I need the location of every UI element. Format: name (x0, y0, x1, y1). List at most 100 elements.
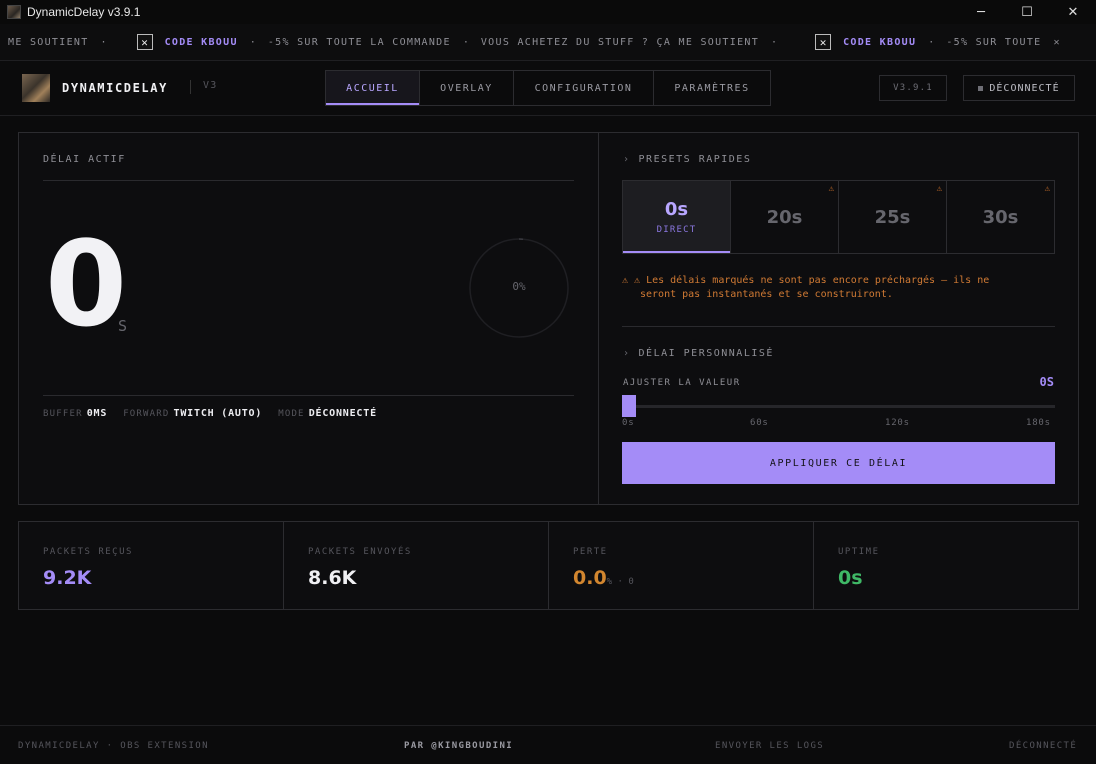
ticker-sep: · (249, 36, 256, 48)
preset-sublabel: DIRECT (656, 225, 697, 235)
preload-warning: ⚠ ⚠ Les délais marqués ne sont pas encor… (622, 274, 1052, 302)
status-dot-icon (978, 85, 984, 91)
footer-status: DÉCONNECTÉ (1009, 741, 1078, 751)
app-icon (7, 5, 21, 19)
delay-slider-track[interactable] (622, 405, 1055, 408)
stat-value: 8.6K (308, 567, 357, 589)
buffer-label: BUFFER (43, 409, 83, 419)
active-delay-unit: S (118, 317, 128, 335)
tab-overlay[interactable]: OVERLAY (420, 71, 514, 105)
stat-sub: % · 0 (606, 577, 634, 587)
divider (622, 326, 1055, 327)
main-panel: DÉLAI ACTIF 0 S 0% BUFFER 0MS FORWARD TW… (18, 132, 1079, 505)
preset-25s[interactable]: ⚠ 25s (839, 181, 947, 253)
tab-parametres[interactable]: PARAMÈTRES (654, 71, 770, 105)
slider-tick: 120s (885, 418, 910, 428)
chevron-right-icon: › (623, 154, 631, 165)
buffer-value: 0MS (86, 408, 108, 419)
ticker-support: VOUS ACHETEZ DU STUFF ? ÇA ME SOUTIENT (480, 36, 760, 48)
mode-value: DÉCONNECTÉ (308, 408, 377, 419)
connection-status-button[interactable]: DÉCONNECTÉ (963, 75, 1075, 101)
warning-icon: ⚠ (936, 184, 942, 194)
stat-label: PERTE (573, 547, 608, 557)
stat-value: 0.0% · 0 (573, 567, 634, 589)
stat-loss: PERTE 0.0% · 0 (549, 522, 814, 609)
preset-20s[interactable]: ⚠ 20s (731, 181, 839, 253)
stat-uptime: UPTIME 0s (814, 522, 1078, 609)
presets-header: › PRESETS RAPIDES (623, 154, 751, 165)
ticker-promo: -5% SUR TOUTE LA COMMANDE (267, 36, 451, 48)
stat-value: 9.2K (43, 567, 92, 589)
close-button[interactable]: ✕ (1050, 0, 1096, 24)
forward-label: FORWARD (123, 409, 170, 419)
main-nav: ACCUEIL OVERLAY CONFIGURATION PARAMÈTRES (325, 70, 771, 106)
ticker-code: CODE KBOUU (843, 36, 917, 48)
tab-accueil[interactable]: ACCUEIL (326, 71, 420, 105)
ticker-sep: · (928, 36, 935, 48)
stat-value: 0s (838, 567, 863, 589)
forward-value: TWITCH (AUTO) (173, 408, 263, 419)
brand-version: V3 (190, 80, 217, 94)
window-title: DynamicDelay v3.9.1 (27, 5, 141, 19)
title-bar: DynamicDelay v3.9.1 ─ ☐ ✕ (0, 0, 1096, 24)
adjust-value-label: AJUSTER LA VALEUR (623, 378, 741, 388)
stat-label: PACKETS ENVOYÉS (308, 547, 412, 557)
ticker-promo-cut: -5% SUR TOUTE (946, 36, 1042, 48)
brand-logo-icon: ✕ (815, 34, 832, 50)
divider (43, 180, 574, 181)
delay-slider-thumb[interactable] (622, 395, 636, 417)
mode-label: MODE (278, 409, 305, 419)
stat-packets-received: PACKETS REÇUS 9.2K (19, 522, 284, 609)
tab-configuration[interactable]: CONFIGURATION (514, 71, 654, 105)
slider-tick: 180s (1026, 418, 1051, 428)
divider (43, 395, 574, 396)
preset-value: 25s (874, 206, 911, 228)
ticker-sep: · (771, 36, 778, 48)
preset-value: 30s (982, 206, 1019, 228)
brand-name: DYNAMICDELAY (62, 81, 168, 95)
version-badge: V3.9.1 (879, 75, 947, 101)
slider-tick: 60s (750, 418, 769, 428)
custom-delay-header: › DÉLAI PERSONNALISÉ (623, 348, 774, 359)
minimize-button[interactable]: ─ (958, 0, 1004, 24)
send-logs-link[interactable]: ENVOYER LES LOGS (715, 741, 824, 751)
custom-delay-value: 0S (1039, 375, 1054, 389)
stats-bar: PACKETS REÇUS 9.2K PACKETS ENVOYÉS 8.6K … (18, 521, 1079, 610)
window-controls: ─ ☐ ✕ (958, 0, 1096, 24)
active-delay-value: 0 (45, 215, 128, 353)
maximize-button[interactable]: ☐ (1004, 0, 1050, 24)
ticker-lead: ME SOUTIENT (8, 36, 89, 48)
preset-group: 0s DIRECT ⚠ 20s ⚠ 25s ⚠ 30s (622, 180, 1055, 254)
apply-delay-button[interactable]: APPLIQUER CE DÉLAI (622, 442, 1055, 484)
delay-meta-row: BUFFER 0MS FORWARD TWITCH (AUTO) MODE DÉ… (43, 408, 393, 419)
delay-progress-text: 0% (512, 280, 526, 293)
stat-label: PACKETS REÇUS (43, 547, 133, 557)
warning-line: seront pas instantanés et se construiron… (640, 289, 893, 300)
custom-delay-label: DÉLAI PERSONNALISÉ (638, 348, 774, 359)
connection-status-label: DÉCONNECTÉ (989, 82, 1060, 94)
app-header: DYNAMICDELAY V3 ACCUEIL OVERLAY CONFIGUR… (0, 62, 1096, 116)
stat-packets-sent: PACKETS ENVOYÉS 8.6K (284, 522, 549, 609)
slider-tick: 0s (622, 418, 635, 428)
stat-label: UPTIME (838, 547, 880, 557)
warning-line: ⚠ ⚠ Les délais marqués ne sont pas encor… (622, 275, 990, 286)
panel-divider (598, 133, 599, 504)
preset-0s[interactable]: 0s DIRECT (623, 181, 731, 253)
ticker-code: CODE KBOUU (164, 36, 238, 48)
ticker-close-icon[interactable]: ✕ (1054, 37, 1061, 48)
presets-label: PRESETS RAPIDES (638, 154, 752, 165)
preset-30s[interactable]: ⚠ 30s (947, 181, 1054, 253)
app-footer: DYNAMICDELAY · OBS EXTENSION PAR @KINGBO… (0, 725, 1096, 764)
brand-logo-icon: ✕ (136, 34, 153, 50)
warning-icon: ⚠ (828, 184, 834, 194)
footer-author-link[interactable]: PAR @KINGBOUDINI (404, 741, 513, 751)
preset-value: 0s (664, 199, 689, 220)
footer-brand: DYNAMICDELAY · OBS EXTENSION (18, 741, 209, 751)
brand-avatar (22, 74, 50, 102)
promo-ticker: ME SOUTIENT · ✕ CODE KBOUU · -5% SUR TOU… (0, 24, 1096, 61)
ticker-sep: · (100, 36, 107, 48)
warning-icon: ⚠ (1044, 184, 1050, 194)
chevron-right-icon: › (623, 348, 631, 359)
ticker-sep: · (462, 36, 469, 48)
preset-value: 20s (766, 206, 803, 228)
